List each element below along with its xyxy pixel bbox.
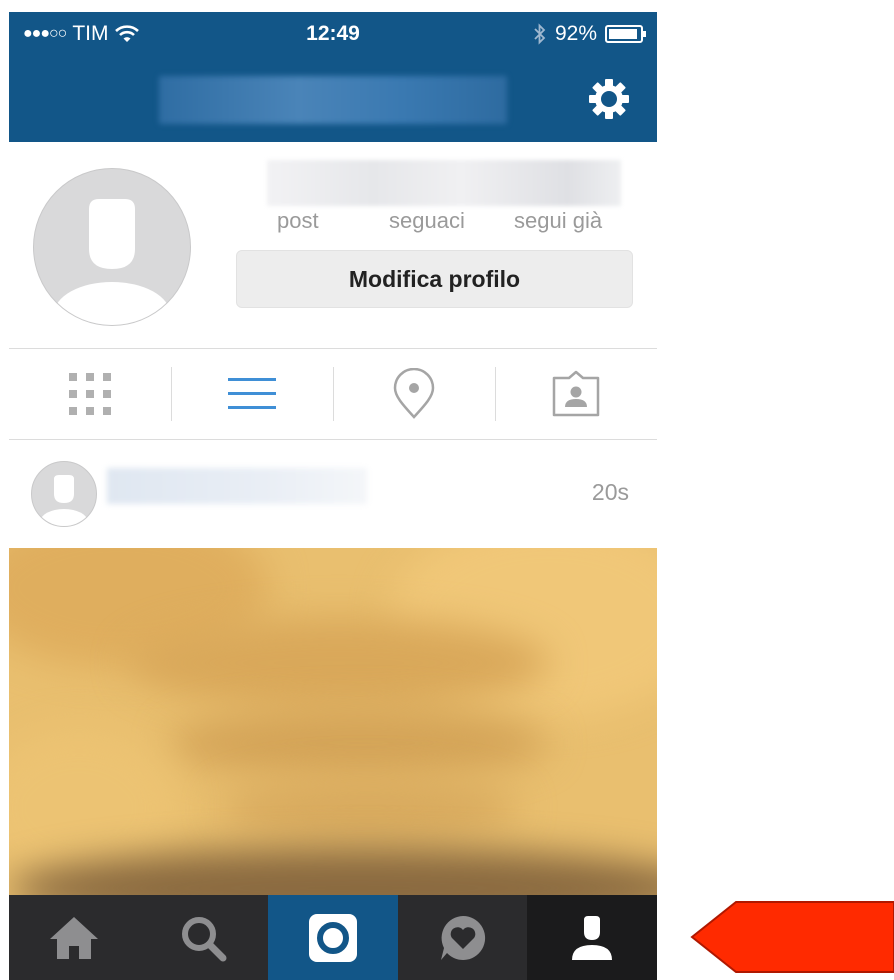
- tab-camera[interactable]: [268, 895, 398, 980]
- search-icon: [182, 916, 227, 961]
- tab-search[interactable]: [139, 895, 269, 980]
- status-right: 92%: [533, 22, 646, 46]
- tab-profile[interactable]: [527, 895, 657, 980]
- activity-icon: [440, 915, 485, 960]
- photo-blur-region: [169, 708, 549, 778]
- status-bar: ●●●○○ TIM 12:49 92%: [9, 12, 657, 56]
- edit-profile-button[interactable]: Modifica profilo: [236, 250, 633, 308]
- battery-percent: 92%: [554, 22, 597, 45]
- profile-avatar[interactable]: [33, 168, 191, 326]
- phone-screen: ●●●○○ TIM 12:49 92% post seguaci segui g…: [9, 12, 657, 980]
- battery-icon: [605, 25, 646, 43]
- location-pin-icon: [393, 368, 435, 419]
- list-icon: [228, 378, 276, 409]
- camera-icon: [308, 913, 357, 962]
- top-header: ●●●○○ TIM 12:49 92%: [9, 12, 657, 142]
- tagged-photos-icon: [552, 370, 600, 417]
- tab-tagged[interactable]: [495, 349, 657, 439]
- post-timestamp: 20s: [591, 479, 629, 505]
- stat-label-posts: post: [277, 208, 319, 233]
- tab-home[interactable]: [9, 895, 139, 980]
- stat-label-following[interactable]: segui già: [514, 208, 602, 234]
- stat-label-followers[interactable]: seguaci: [389, 208, 465, 234]
- profile-view-tabs: [9, 348, 657, 440]
- home-icon: [49, 916, 98, 959]
- profile-stats-blurred: [267, 160, 621, 206]
- bluetooth-icon: [534, 23, 546, 45]
- bottom-tab-bar: [9, 895, 657, 980]
- photo-blur-region: [129, 618, 549, 708]
- tab-locations[interactable]: [333, 349, 495, 439]
- grid-icon: [69, 373, 111, 415]
- red-pointer-arrow-icon: [690, 901, 894, 973]
- settings-gear-icon[interactable]: [586, 76, 632, 122]
- post-author-avatar[interactable]: [31, 461, 97, 527]
- post-photo-blurred[interactable]: [9, 548, 657, 898]
- post-author-name-blurred[interactable]: [107, 468, 367, 504]
- profile-icon: [572, 915, 613, 960]
- battery-fill: [609, 29, 637, 39]
- tab-list[interactable]: [171, 349, 333, 439]
- tab-grid[interactable]: [9, 349, 171, 439]
- tab-activity[interactable]: [398, 895, 528, 980]
- profile-username-blurred: [159, 76, 507, 124]
- photo-blur-region: [219, 778, 519, 838]
